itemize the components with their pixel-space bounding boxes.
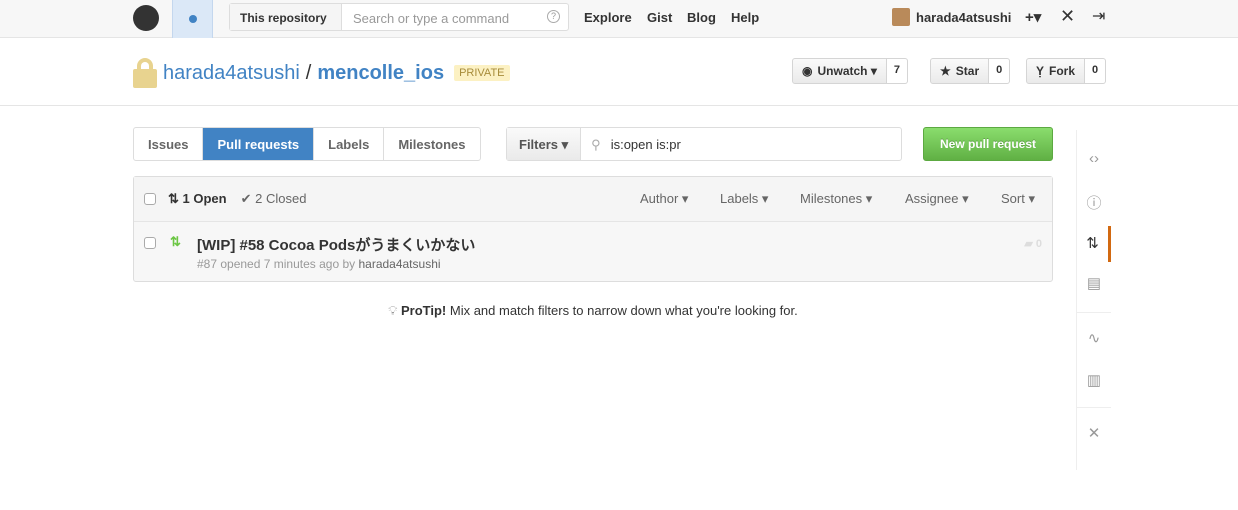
code-icon[interactable]: ‹›: [1077, 150, 1111, 167]
wiki-icon[interactable]: ▤: [1077, 274, 1111, 292]
comments-count[interactable]: ▰ 0: [1024, 237, 1042, 250]
pulse-icon[interactable]: ∿: [1077, 329, 1111, 347]
settings-tools-icon[interactable]: ✕: [1060, 6, 1075, 27]
eye-icon: ◉: [802, 64, 813, 78]
item-checkbox[interactable]: [144, 237, 156, 249]
filters-bar: Filters ▾ ⚲ is:open is:pr: [506, 127, 902, 161]
new-pull-request-button[interactable]: New pull request: [923, 127, 1053, 161]
user-menu[interactable]: harada4atsushi: [892, 8, 1011, 26]
search-bar: This repository Search or type a command…: [229, 3, 569, 31]
fork-icon: Ỵ: [1036, 64, 1045, 78]
search-scope-dropdown[interactable]: This repository: [230, 4, 342, 30]
select-all-checkbox[interactable]: [144, 193, 156, 205]
divider: [0, 105, 1238, 106]
filter-search-input[interactable]: ⚲ is:open is:pr: [581, 128, 691, 160]
author-link[interactable]: harada4atsushi: [358, 257, 440, 271]
fork-label: Fork: [1049, 64, 1076, 78]
closed-count: 2 Closed: [255, 191, 307, 206]
tab-issues[interactable]: Issues: [134, 128, 204, 160]
meta-text: #87 opened 7 minutes ago by: [197, 257, 356, 271]
open-count: 1 Open: [182, 191, 227, 206]
comments-number: 0: [1035, 238, 1042, 250]
repo-sidebar: ‹› ⓘ ⇅ ▤ ∿ ▥ ✕: [1076, 130, 1111, 470]
assignee-filter[interactable]: Assignee ▾: [905, 191, 969, 207]
closed-filter[interactable]: ✔ 2 Closed: [241, 191, 307, 207]
unwatch-button[interactable]: ◉ Unwatch ▾: [792, 58, 887, 84]
pull-requests-icon[interactable]: ⇅: [1077, 226, 1111, 262]
search-placeholder: Search or type a command: [353, 11, 510, 26]
unwatch-group: ◉ Unwatch ▾ 7: [792, 58, 908, 84]
nav-help[interactable]: Help: [731, 10, 759, 25]
unwatch-label: Unwatch ▾: [817, 64, 877, 78]
notification-dot-icon: [189, 15, 197, 23]
star-icon: ★: [940, 64, 951, 78]
create-new-button[interactable]: +▾: [1025, 8, 1041, 26]
repo-title: harada4atsushi / mencolle_ios PRIVATE: [133, 58, 510, 88]
filters-dropdown[interactable]: Filters ▾: [507, 128, 582, 160]
tab-milestones[interactable]: Milestones: [384, 128, 479, 160]
comment-icon: ▰: [1024, 238, 1036, 250]
protip-label: ProTip!: [400, 303, 447, 318]
author-filter[interactable]: Author ▾: [640, 191, 688, 207]
lock-icon: [133, 58, 157, 88]
private-badge: PRIVATE: [454, 65, 510, 81]
notifications-button[interactable]: [172, 0, 213, 38]
open-pull-request-icon: ⇅: [170, 234, 181, 249]
nav-blog[interactable]: Blog: [687, 10, 716, 25]
protip: 💡︎ ProTip! Mix and match filters to narr…: [0, 303, 1186, 319]
stars-count[interactable]: 0: [989, 58, 1011, 84]
graphs-icon[interactable]: ▥: [1077, 371, 1111, 389]
forks-count[interactable]: 0: [1085, 58, 1107, 84]
pull-request-title[interactable]: [WIP] #58 Cocoa Podsがうまくいかない: [197, 234, 475, 255]
nav-explore[interactable]: Explore: [584, 10, 632, 25]
fork-group: Ỵ Fork 0: [1026, 58, 1107, 84]
star-button[interactable]: ★ Star: [930, 58, 990, 84]
star-group: ★ Star 0: [930, 58, 1011, 84]
labels-filter[interactable]: Labels ▾: [720, 191, 768, 207]
top-header: This repository Search or type a command…: [0, 0, 1238, 38]
search-icon: ⚲: [591, 137, 601, 152]
list-item: ⇅ [WIP] #58 Cocoa Podsがうまくいかない #87 opene…: [134, 222, 1052, 281]
username: harada4atsushi: [916, 9, 1012, 25]
tab-pull-requests[interactable]: Pull requests: [203, 128, 315, 160]
github-logo-icon[interactable]: [133, 5, 159, 31]
lightbulb-icon: 💡︎: [388, 303, 401, 318]
repo-separator: /: [305, 61, 312, 84]
search-input[interactable]: Search or type a command?: [342, 4, 568, 30]
settings-icon[interactable]: ✕: [1077, 424, 1111, 442]
fork-button[interactable]: Ỵ Fork: [1026, 58, 1086, 84]
issues-icon[interactable]: ⓘ: [1077, 192, 1111, 213]
pull-request-meta: #87 opened 7 minutes ago by harada4atsus…: [197, 257, 441, 271]
watchers-count[interactable]: 7: [886, 58, 908, 84]
help-icon[interactable]: ?: [547, 10, 560, 23]
protip-text: Mix and match filters to narrow down wha…: [446, 303, 798, 318]
tab-labels[interactable]: Labels: [314, 128, 385, 160]
filter-query: is:open is:pr: [610, 137, 681, 152]
star-label: Star: [955, 64, 980, 78]
list-header: ⇅ 1 Open ✔ 2 Closed Author ▾ Labels ▾ Mi…: [134, 177, 1052, 222]
open-filter[interactable]: ⇅ 1 Open: [168, 191, 227, 207]
avatar: [892, 8, 910, 26]
pull-request-list: ⇅ 1 Open ✔ 2 Closed Author ▾ Labels ▾ Mi…: [133, 176, 1053, 282]
repo-name-link[interactable]: mencolle_ios: [317, 62, 444, 85]
milestones-filter[interactable]: Milestones ▾: [800, 191, 872, 207]
pull-request-icon: ⇅: [168, 191, 183, 206]
repo-owner-link[interactable]: harada4atsushi: [163, 62, 300, 85]
check-icon: ✔: [240, 191, 256, 206]
nav-gist[interactable]: Gist: [647, 10, 672, 25]
sort-filter[interactable]: Sort ▾: [1001, 191, 1035, 207]
subnav-tabs: Issues Pull requests Labels Milestones: [133, 127, 481, 161]
sign-out-icon[interactable]: ⇥: [1092, 6, 1105, 26]
